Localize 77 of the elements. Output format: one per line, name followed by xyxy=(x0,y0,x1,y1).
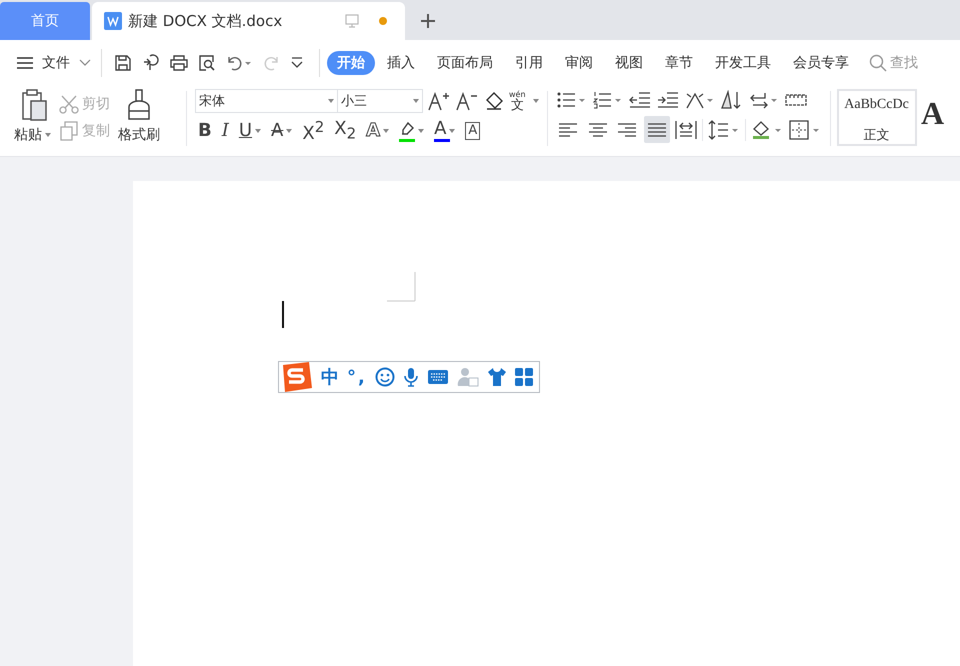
caret-icon xyxy=(383,128,390,133)
brush-icon xyxy=(126,89,152,121)
decrease-indent-icon[interactable] xyxy=(628,91,651,109)
format-painter-button[interactable]: 格式刷 xyxy=(116,87,162,156)
ribbon-tab[interactable]: 页面布局 xyxy=(427,50,503,74)
ime-mode-toggle[interactable]: 中 xyxy=(321,365,339,389)
font-format-button[interactable]: A xyxy=(431,118,458,144)
tshirt-icon[interactable] xyxy=(486,367,507,387)
caret-icon xyxy=(286,128,292,133)
caret-icon xyxy=(45,133,51,137)
search-icon xyxy=(869,54,887,72)
style-preset[interactable]: AaBbCcDc 正文 xyxy=(836,89,917,146)
numbered-list-icon[interactable] xyxy=(592,91,623,109)
line-spacing-icon[interactable] xyxy=(708,120,740,140)
caret-icon xyxy=(255,128,262,133)
copy-icon xyxy=(59,120,79,141)
align-lines-icon xyxy=(558,122,578,138)
align-lines-icon xyxy=(646,122,667,138)
shading-fill-icon[interactable] xyxy=(750,120,783,140)
file-menu-button[interactable]: 文件 xyxy=(17,48,91,76)
smiley-icon[interactable] xyxy=(374,367,395,387)
paste-button[interactable]: 粘贴 xyxy=(12,87,53,156)
caret-icon xyxy=(418,128,424,133)
font-family-dropdown[interactable]: 宋体 xyxy=(195,89,338,114)
font-format-button[interactable]: X$_{2}$ xyxy=(331,118,360,144)
font-format-button[interactable]: U xyxy=(236,118,264,144)
phonetic-guide-button[interactable]: wén 文 xyxy=(509,90,526,112)
caret-icon[interactable] xyxy=(532,99,539,104)
writer-logo-icon xyxy=(104,12,122,30)
document-tab[interactable]: 新建 DOCX 文档.docx xyxy=(92,2,405,40)
bullet-list-icon[interactable] xyxy=(556,91,587,109)
font-format-button[interactable]: A xyxy=(268,118,296,144)
grid-apps-icon[interactable] xyxy=(514,368,533,386)
margin-corner-mark xyxy=(387,272,417,302)
font-format-button[interactable]: A xyxy=(363,118,392,144)
ribbon-tab[interactable]: 会员专享 xyxy=(783,50,859,74)
save-icon[interactable] xyxy=(114,54,132,72)
sort-icon[interactable] xyxy=(720,90,743,110)
font-format-button[interactable]: B xyxy=(195,118,215,144)
ribbon-tab[interactable]: 开发工具 xyxy=(705,50,781,74)
chevron-down-icon xyxy=(79,58,91,66)
align-lines-icon xyxy=(588,122,608,138)
ime-punctuation-toggle[interactable]: °, xyxy=(347,366,367,388)
align-lines-icon xyxy=(617,122,638,138)
document-page[interactable]: 中 °, xyxy=(133,181,960,666)
ribbon-tab[interactable]: 插入 xyxy=(377,50,425,74)
new-tab-plus-icon[interactable] xyxy=(420,13,436,29)
caret-icon xyxy=(449,128,456,133)
keyboard-icon[interactable] xyxy=(426,369,449,385)
align-button[interactable] xyxy=(644,116,670,143)
ruler-icon[interactable] xyxy=(784,92,807,108)
distributed-align-icon[interactable] xyxy=(674,120,697,140)
print-preview-icon[interactable] xyxy=(198,54,216,72)
shrink-font-icon[interactable] xyxy=(456,91,478,112)
borders-icon[interactable] xyxy=(788,120,821,140)
line-break-icon[interactable] xyxy=(748,91,779,109)
caret-icon xyxy=(328,99,334,104)
style-preset[interactable]: A xyxy=(918,89,948,146)
text-direction-icon[interactable] xyxy=(684,91,715,109)
font-size-dropdown[interactable]: 小三 xyxy=(337,89,423,114)
ribbon-tab[interactable]: 章节 xyxy=(655,50,703,74)
text-cursor xyxy=(282,301,284,328)
ribbon-tab[interactable]: 视图 xyxy=(605,50,653,74)
scissors-icon xyxy=(59,94,79,114)
font-format-button[interactable]: X$^{2}$ xyxy=(299,118,328,144)
customize-toolbar-icon[interactable] xyxy=(290,56,304,70)
eraser-icon[interactable] xyxy=(484,91,504,112)
highlighter-icon xyxy=(399,120,416,137)
grow-font-icon[interactable] xyxy=(428,91,450,112)
ribbon-tab[interactable]: 引用 xyxy=(505,50,553,74)
print-icon[interactable] xyxy=(170,54,188,72)
font-format-button[interactable]: I xyxy=(218,118,232,144)
increase-indent-icon[interactable] xyxy=(656,91,679,109)
menu-icon xyxy=(17,56,33,68)
microphone-icon[interactable] xyxy=(402,367,419,387)
ribbon-tab[interactable]: 审阅 xyxy=(555,50,603,74)
caret-icon xyxy=(413,99,419,104)
